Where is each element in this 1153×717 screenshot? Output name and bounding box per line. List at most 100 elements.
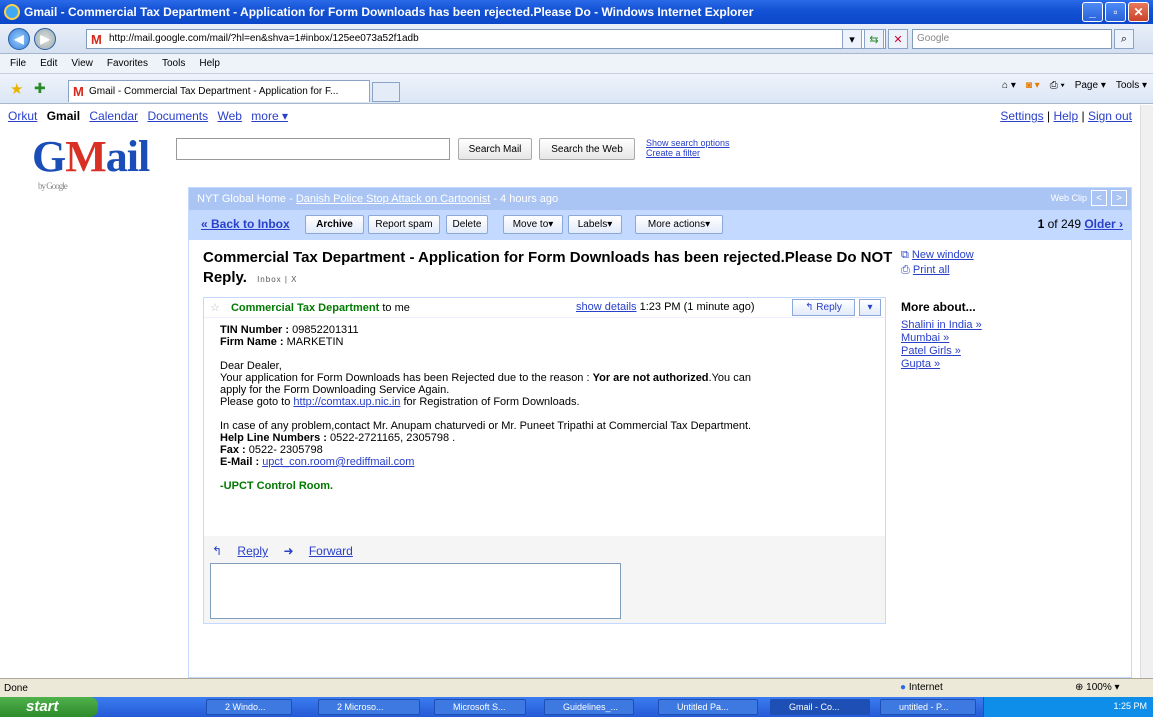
close-button[interactable]: ✕ xyxy=(1128,2,1149,22)
ie-icon xyxy=(4,4,20,20)
menu-edit[interactable]: Edit xyxy=(40,58,57,69)
quick-reply-box[interactable] xyxy=(210,563,621,619)
tab-gmail[interactable]: M Gmail - Commercial Tax Department - Ap… xyxy=(68,80,370,102)
email-link[interactable]: upct_con.room@rediffmail.com xyxy=(262,456,414,468)
archive-button[interactable]: Archive xyxy=(305,215,364,234)
taskbar-item[interactable]: 2 Windo... xyxy=(206,699,292,715)
web-clip-headline[interactable]: Danish Police Stop Attack on Cartoonist xyxy=(296,193,490,205)
forward-button[interactable]: ▶ xyxy=(34,28,56,50)
message-body: TIN Number : 09852201311 Firm Name : MAR… xyxy=(220,324,752,492)
inbox-label[interactable]: Inbox | X xyxy=(257,275,297,284)
more-about-link[interactable]: Mumbai » xyxy=(901,332,949,344)
web-clip-age: - 4 hours ago xyxy=(490,193,559,205)
menu-help[interactable]: Help xyxy=(199,58,220,69)
back-button[interactable]: ◀ xyxy=(8,28,30,50)
new-window-link[interactable]: New window xyxy=(912,249,974,261)
report-spam-button[interactable]: Report spam xyxy=(368,215,440,234)
address-bar[interactable]: M http://mail.google.com/mail/?hl=en&shv… xyxy=(86,29,886,49)
gbar-documents[interactable]: Documents xyxy=(147,109,208,123)
delete-button[interactable]: Delete xyxy=(446,215,488,234)
clock[interactable]: 1:25 PM xyxy=(1113,701,1147,711)
security-zone: ● Internet xyxy=(900,682,943,693)
comtax-link[interactable]: http://comtax.up.nic.in xyxy=(293,396,400,408)
print-all-link[interactable]: Print all xyxy=(913,264,950,276)
more-actions-button[interactable]: More actions▾ xyxy=(635,215,723,234)
forward-link[interactable]: Forward xyxy=(309,544,353,558)
taskbar-item[interactable]: 2 Microso... xyxy=(318,699,420,715)
signature: -UPCT Control Room. xyxy=(220,480,334,492)
menu-view[interactable]: View xyxy=(71,58,93,69)
move-to-button[interactable]: Move to▾ xyxy=(503,215,563,234)
globe-icon: ● xyxy=(900,682,907,693)
mail-search-input[interactable] xyxy=(176,138,450,160)
reply-links: ↰ Reply ➜ Forward xyxy=(212,544,365,558)
create-filter-link[interactable]: Create a filter xyxy=(646,148,700,158)
sender-name[interactable]: Commercial Tax Department xyxy=(231,302,379,314)
gbar-calendar[interactable]: Calendar xyxy=(89,109,138,123)
favorites-star-icon[interactable]: ★ xyxy=(10,80,23,98)
taskbar-item[interactable]: Microsoft S... xyxy=(434,699,526,715)
labels-button[interactable]: Labels▾ xyxy=(568,215,622,234)
reply-button[interactable]: ↰ Reply xyxy=(792,299,855,316)
more-about-link[interactable]: Gupta » xyxy=(901,358,940,370)
print-icon[interactable]: ⎙ ▾ xyxy=(1050,80,1065,91)
gmail-logo[interactable]: GMail by Google xyxy=(32,131,150,191)
search-mail-button[interactable]: Search Mail xyxy=(458,138,532,160)
vertical-scrollbar[interactable] xyxy=(1140,105,1153,678)
taskbar-item[interactable]: Untitled Pa... xyxy=(658,699,758,715)
home-icon[interactable]: ⌂ ▾ xyxy=(1002,80,1016,91)
taskbar-item[interactable]: Guidelines_... xyxy=(544,699,634,715)
more-about-link[interactable]: Patel Girls » xyxy=(901,345,961,357)
status-text: Done xyxy=(4,683,28,694)
minimize-button[interactable]: _ xyxy=(1082,2,1103,22)
menu-favorites[interactable]: Favorites xyxy=(107,58,148,69)
address-row: ◀ ▶ M http://mail.google.com/mail/?hl=en… xyxy=(0,24,1153,54)
paging: 1 of 249 Older › xyxy=(1038,217,1123,231)
search-web-button[interactable]: Search the Web xyxy=(539,138,635,160)
search-input[interactable]: Google xyxy=(912,29,1112,49)
start-button[interactable]: start xyxy=(0,697,98,717)
address-dropdown-icon[interactable]: ▾ xyxy=(842,29,862,49)
taskbar-item[interactable]: untitled - P... xyxy=(880,699,976,715)
command-bar: ⌂ ▾ ◙ ▾ ⎙ ▾ Page ▾ Tools ▾ xyxy=(1002,80,1147,91)
taskbar-item[interactable]: Gmail - Co... xyxy=(770,699,870,715)
show-details-link[interactable]: show details xyxy=(576,301,637,313)
clip-next-icon[interactable]: > xyxy=(1111,190,1127,206)
settings-link[interactable]: Settings xyxy=(1000,109,1043,123)
gbar-web[interactable]: Web xyxy=(217,109,241,123)
paging-total: of 249 xyxy=(1044,217,1085,231)
signout-link[interactable]: Sign out xyxy=(1088,109,1132,123)
by-google-label: by Google xyxy=(38,181,68,191)
refresh-icon[interactable]: ⇆ xyxy=(864,29,884,49)
menu-tools[interactable]: Tools xyxy=(162,58,185,69)
message-meta: show details 1:23 PM (1 minute ago) xyxy=(576,301,755,313)
page-menu[interactable]: Page ▾ xyxy=(1075,80,1106,91)
clip-prev-icon[interactable]: < xyxy=(1091,190,1107,206)
more-about-link[interactable]: Shalini in India » xyxy=(901,319,982,331)
star-icon[interactable]: ☆ xyxy=(210,302,220,314)
gbar-gmail: Gmail xyxy=(46,109,81,123)
feeds-icon[interactable]: ◙ ▾ xyxy=(1026,80,1040,91)
show-search-options-link[interactable]: Show search options xyxy=(646,138,730,148)
older-link[interactable]: Older › xyxy=(1084,217,1123,231)
forward-icon: ➜ xyxy=(283,544,294,558)
window-title: Gmail - Commercial Tax Department - Appl… xyxy=(24,5,754,19)
maximize-button[interactable]: ▫ xyxy=(1105,2,1126,22)
help-link[interactable]: Help xyxy=(1053,109,1078,123)
reply-dropdown-icon[interactable]: ▾ xyxy=(859,299,881,316)
gmail-favicon-icon: M xyxy=(91,32,102,47)
tools-menu[interactable]: Tools ▾ xyxy=(1116,80,1147,91)
more-about: More about... Shalini in India » Mumbai … xyxy=(901,301,982,371)
reply-link[interactable]: Reply xyxy=(237,544,268,558)
gbar-more[interactable]: more ▾ xyxy=(251,109,288,123)
new-tab-button[interactable] xyxy=(372,82,400,102)
stop-icon[interactable]: ✕ xyxy=(888,29,908,49)
window-titlebar: Gmail - Commercial Tax Department - Appl… xyxy=(0,0,1153,24)
back-to-inbox-link[interactable]: « Back to Inbox xyxy=(201,217,290,231)
add-favorites-icon[interactable]: ✚ xyxy=(34,80,46,97)
gbar-orkut[interactable]: Orkut xyxy=(8,109,37,123)
menu-file[interactable]: File xyxy=(10,58,26,69)
message-header: ☆ Commercial Tax Department to me show d… xyxy=(204,298,885,318)
search-go-icon[interactable]: ⌕ xyxy=(1114,29,1134,49)
zoom-level[interactable]: ⊕ 100% ▾ xyxy=(1075,682,1120,693)
